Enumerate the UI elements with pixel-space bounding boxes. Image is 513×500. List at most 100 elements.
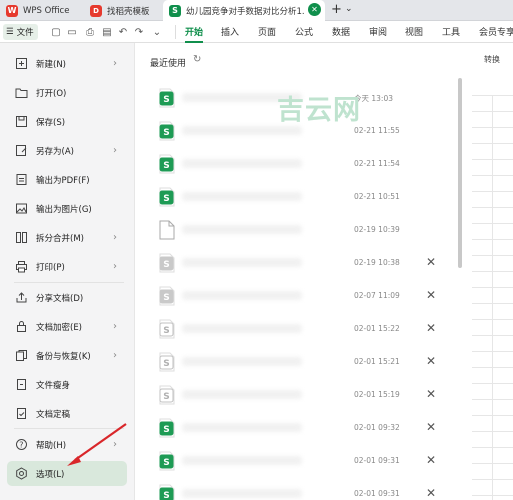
scrollbar[interactable] [458, 78, 462, 268]
chevron-down-icon[interactable]: ⌄ [345, 4, 353, 14]
svg-text:S: S [163, 128, 169, 138]
close-icon[interactable]: ✕ [426, 354, 436, 368]
spreadsheet-file-icon: S [159, 319, 175, 339]
sidebar-item-label: 文件瘦身 [36, 380, 71, 391]
chevron-right-icon: › [113, 145, 117, 156]
list-item[interactable]: S 02-19 10:38 ✕ [136, 247, 466, 280]
watermark: 吉云网 [277, 95, 361, 126]
file-time: 02-19 10:39 [354, 225, 400, 234]
print-preview-icon[interactable]: ▤ [101, 26, 113, 38]
share-icon [14, 291, 28, 305]
spreadsheet-file-icon: S [159, 385, 175, 405]
list-item[interactable]: S 02-21 10:51 [136, 181, 466, 214]
sidebar-item-help[interactable]: ? 帮助(H) › [7, 432, 127, 457]
chevron-right-icon: › [113, 261, 117, 272]
list-item[interactable]: S 02-01 15:22 ✕ [136, 313, 466, 346]
sidebar-item-open[interactable]: 打开(O) [7, 80, 127, 105]
template-icon: D [90, 4, 102, 17]
list-item[interactable]: S 02-01 09:31 ✕ [136, 445, 466, 478]
redo-icon[interactable]: ↷ [133, 26, 145, 38]
sidebar-item-print[interactable]: 打印(P) › [7, 254, 127, 279]
sidebar-item-label: 文档加密(E) [36, 322, 83, 333]
list-item[interactable]: 02-19 10:39 [136, 214, 466, 247]
sidebar-item-encrypt[interactable]: 文档加密(E) › [7, 314, 127, 339]
spreadsheet-file-icon: S [159, 418, 175, 438]
sidebar-item-save[interactable]: 保存(S) [7, 109, 127, 134]
svg-text:S: S [163, 161, 169, 171]
sidebar-item-save-as[interactable]: 另存为(A) › [7, 138, 127, 163]
close-icon[interactable]: ✕ [426, 288, 436, 302]
sidebar-item-export-image[interactable]: 输出为图片(G) [7, 196, 127, 221]
close-icon[interactable]: ✕ [308, 3, 321, 16]
recent-title: 最近使用 [150, 59, 187, 69]
tab-insert[interactable]: 插入 [221, 25, 239, 38]
file-time: 02-01 09:31 [354, 456, 400, 465]
print-icon[interactable]: ⎙ [84, 26, 96, 38]
tab-home[interactable]: 开始 [185, 25, 204, 43]
sidebar-item-label: 输出为图片(G) [36, 204, 92, 215]
tab-review[interactable]: 审阅 [369, 25, 387, 38]
split-merge-icon [14, 231, 28, 245]
tab-data[interactable]: 数据 [332, 25, 350, 38]
close-icon[interactable]: ✕ [426, 420, 436, 434]
svg-text:S: S [163, 458, 169, 468]
file-time: 02-21 10:51 [354, 192, 400, 201]
tab-document[interactable]: S 幼儿园竞争对手数据对比分析1.xls ✕ [163, 0, 325, 21]
new-tab-icon[interactable]: + [331, 2, 342, 17]
close-icon[interactable]: ✕ [426, 387, 436, 401]
sidebar-item-new[interactable]: 新建(N) › [7, 51, 127, 76]
close-icon[interactable]: ✕ [426, 321, 436, 335]
list-item[interactable]: S 02-21 11:54 [136, 148, 466, 181]
convert-label[interactable]: 转换 [484, 54, 500, 65]
file-time: 02-21 11:54 [354, 159, 400, 168]
open-icon[interactable]: ▭ [66, 26, 78, 38]
sidebar-item-slim[interactable]: 文件瘦身 [7, 372, 127, 397]
tab-wps-office[interactable]: W WPS Office [0, 0, 82, 21]
tab-label: 幼儿园竞争对手数据对比分析1.xls [186, 6, 304, 17]
slim-file-icon [14, 378, 28, 392]
close-icon[interactable]: ✕ [426, 486, 436, 500]
folder-icon [14, 86, 28, 100]
refresh-icon[interactable]: ↻ [193, 54, 201, 65]
file-time: 02-19 10:38 [354, 258, 400, 267]
spreadsheet-file-icon: S [159, 451, 175, 471]
file-time: 02-01 09:32 [354, 423, 400, 432]
file-time: 02-01 09:31 [354, 489, 400, 498]
tab-view[interactable]: 视图 [405, 25, 423, 38]
chevron-right-icon: › [113, 58, 117, 69]
spreadsheet-file-icon: S [159, 88, 175, 108]
close-icon[interactable]: ✕ [426, 255, 436, 269]
undo-icon[interactable]: ↶ [117, 26, 129, 38]
file-menu-button[interactable]: ☰ 文件 [3, 24, 38, 40]
list-item[interactable]: S 02-01 09:32 ✕ [136, 412, 466, 445]
file-time: 02-07 11:09 [354, 291, 400, 300]
sidebar-item-options[interactable]: 选项(L) [7, 461, 127, 486]
gear-icon [14, 467, 28, 481]
list-item[interactable]: S 02-01 15:21 ✕ [136, 346, 466, 379]
sidebar-item-label: 备份与恢复(K) [36, 351, 91, 362]
sidebar-item-share[interactable]: 分享文档(D) [7, 285, 127, 310]
backup-icon [14, 349, 28, 363]
close-icon[interactable]: ✕ [426, 453, 436, 467]
file-name-blurred [182, 324, 302, 333]
spreadsheet-file-icon: S [159, 121, 175, 141]
ribbon: ☰ 文件 ▢ ▭ ⎙ ▤ ↶ ↷ ⌄ 开始 插入 页面 公式 数据 审阅 视图 … [0, 21, 513, 43]
customize-icon[interactable]: ⌄ [151, 26, 163, 38]
svg-text:S: S [163, 491, 169, 500]
list-item[interactable]: S 02-01 09:31 ✕ [136, 478, 466, 500]
tab-formula[interactable]: 公式 [295, 25, 313, 38]
tab-tools[interactable]: 工具 [442, 25, 460, 38]
spreadsheet-file-icon: S [159, 253, 175, 273]
sidebar-item-finalize[interactable]: 文档定稿 [7, 401, 127, 426]
chevron-right-icon: › [113, 439, 117, 450]
list-item[interactable]: S 02-01 15:19 ✕ [136, 379, 466, 412]
sidebar-item-backup[interactable]: 备份与恢复(K) › [7, 343, 127, 368]
svg-text:S: S [163, 326, 169, 336]
sidebar-item-split-merge[interactable]: 拆分合并(M) › [7, 225, 127, 250]
list-item[interactable]: S 02-07 11:09 ✕ [136, 280, 466, 313]
tab-page[interactable]: 页面 [258, 25, 276, 38]
tab-member[interactable]: 会员专享 [479, 25, 513, 38]
sidebar-item-export-pdf[interactable]: 输出为PDF(F) [7, 167, 127, 192]
new-file-icon[interactable]: ▢ [50, 26, 62, 38]
file-time: 02-01 15:19 [354, 390, 400, 399]
